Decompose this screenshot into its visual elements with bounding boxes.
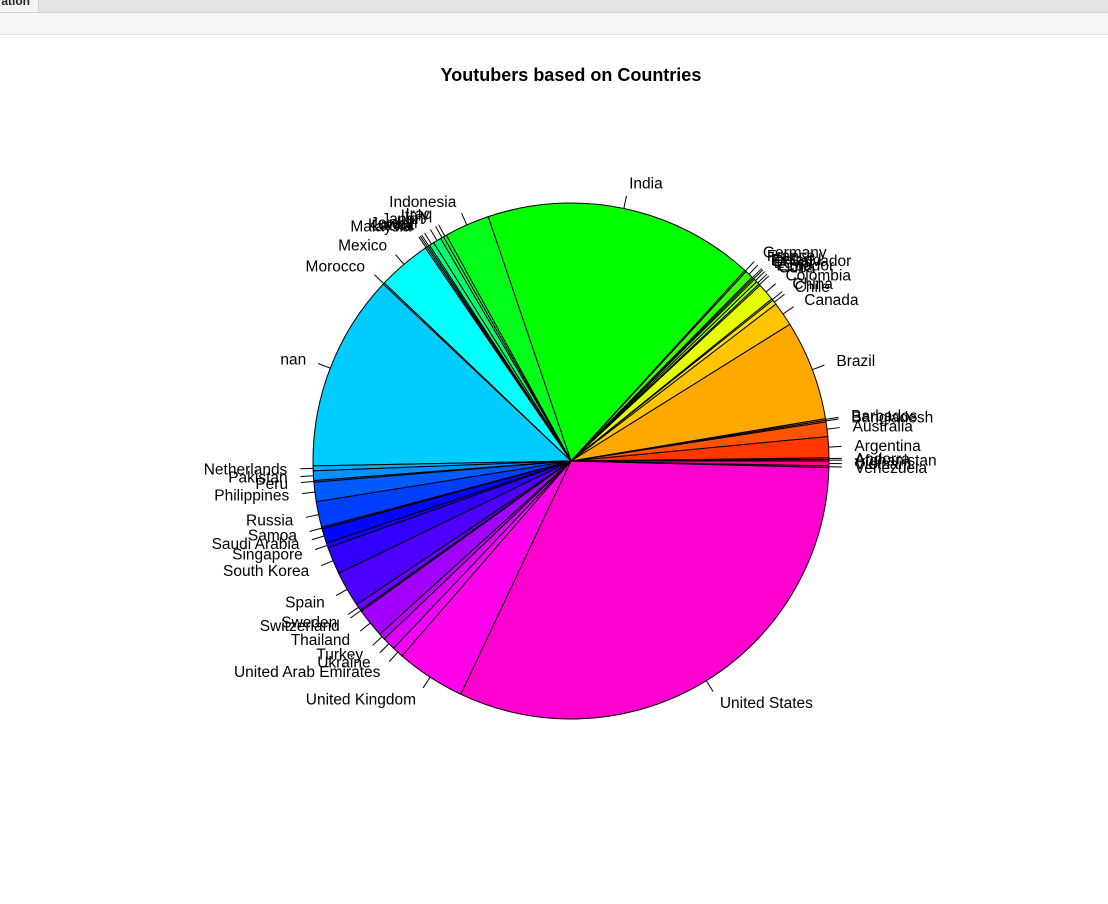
label-united-arab-emirates: United Arab Emirates xyxy=(234,664,381,681)
tick-united-states xyxy=(705,680,714,692)
tick-morocco xyxy=(374,274,385,284)
label-united-kingdom: United Kingdom xyxy=(306,691,416,708)
chart-title: Youtubers based on Countries xyxy=(441,65,702,85)
tick-nan xyxy=(318,363,331,369)
label-malaysia: Malaysia xyxy=(350,219,412,236)
label-barbados: Barbados xyxy=(851,408,918,425)
tick-france xyxy=(748,264,759,275)
pie-chart: Youtubers based on Countries Afghanistan… xyxy=(204,65,937,720)
tick-spain xyxy=(335,588,348,597)
toolbar xyxy=(0,13,1108,35)
label-morocco: Morocco xyxy=(306,258,365,275)
label-singapore: Singapore xyxy=(232,546,303,563)
tab-bar: ation xyxy=(0,0,1108,13)
tick-canada xyxy=(782,306,794,315)
tick-samoa xyxy=(309,527,323,533)
tick-germany xyxy=(745,261,755,272)
tick-indonesia xyxy=(461,212,468,226)
label-brazil: Brazil xyxy=(836,353,875,370)
label-south-korea: South Korea xyxy=(223,563,310,580)
tab-label: ation xyxy=(1,0,30,8)
tick-argentina xyxy=(828,445,842,448)
tick-russia xyxy=(305,514,319,518)
tick-philippines xyxy=(302,491,315,495)
tick-peru xyxy=(300,480,314,483)
label-nan: nan xyxy=(280,351,306,368)
tick-south-korea xyxy=(320,560,334,567)
label-vietnam: Vietnam xyxy=(855,456,912,473)
label-philippines: Philippines xyxy=(214,488,289,505)
label-india: India xyxy=(629,176,663,193)
tick-australia xyxy=(826,427,840,430)
tick-mexico xyxy=(395,254,405,265)
tab-visualization[interactable]: ation xyxy=(0,0,39,12)
tick-iraq xyxy=(438,224,446,237)
label-spain: Spain xyxy=(285,595,325,612)
tick-pakistan xyxy=(300,475,314,477)
plot-area: Youtubers based on Countries Afghanistan… xyxy=(0,35,1108,904)
tick-jordan xyxy=(424,232,432,245)
tick-china xyxy=(771,291,783,300)
pie-slices xyxy=(312,202,830,720)
tick-italy xyxy=(435,226,443,238)
label-argentina: Argentina xyxy=(854,438,921,455)
tick-ukraine xyxy=(379,643,390,654)
tick-turkey xyxy=(372,636,383,646)
tick-singapore xyxy=(314,544,328,551)
label-mexico: Mexico xyxy=(338,237,387,254)
tick-india xyxy=(623,195,627,209)
tick-united-kingdom xyxy=(422,676,431,689)
tick-thailand xyxy=(359,622,371,632)
tick-brazil xyxy=(812,364,825,371)
tick-chile xyxy=(774,293,785,303)
label-germany: Germany xyxy=(763,244,827,261)
tick-colombia xyxy=(765,283,777,293)
tick-saudi-arabia xyxy=(311,535,325,541)
label-united-states: United States xyxy=(720,695,813,712)
tick-united-arab-emirates xyxy=(388,651,399,663)
tick-japan xyxy=(429,229,438,241)
